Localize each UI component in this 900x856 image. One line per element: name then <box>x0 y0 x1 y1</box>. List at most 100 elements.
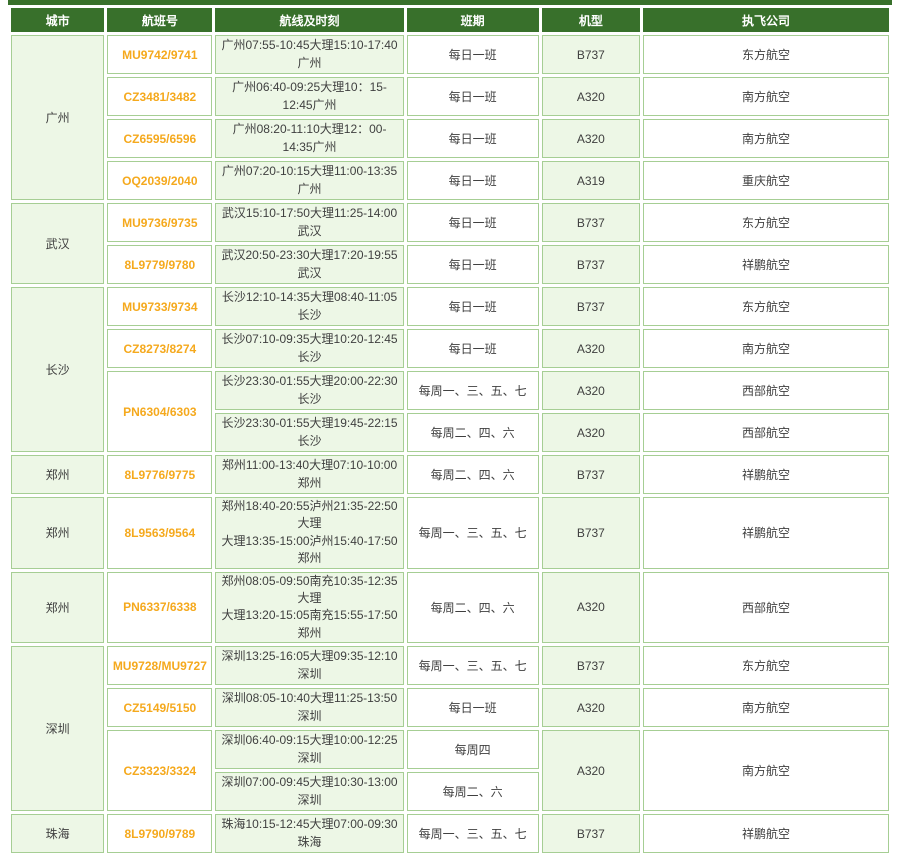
airline-cell: 东方航空 <box>643 35 889 74</box>
airline-cell: 重庆航空 <box>643 161 889 200</box>
schedule-cell: 每周一、三、五、七 <box>407 497 539 569</box>
aircraft-cell: A320 <box>542 329 640 368</box>
flight-number-cell: PN6337/6338 <box>107 572 212 644</box>
flight-number-cell: PN6304/6303 <box>107 371 212 452</box>
route-cell: 郑州08:05-09:50南充10:35-12:35大理 大理13:20-15:… <box>215 572 403 644</box>
table-row: CZ8273/8274 长沙07:10-09:35大理10:20-12:45长沙… <box>11 329 889 368</box>
route-cell: 深圳13:25-16:05大理09:35-12:10深圳 <box>215 646 403 685</box>
flight-number-cell: CZ8273/8274 <box>107 329 212 368</box>
aircraft-cell: A320 <box>542 572 640 644</box>
route-cell: 武汉15:10-17:50大理11:25-14:00武汉 <box>215 203 403 242</box>
flight-number-cell: OQ2039/2040 <box>107 161 212 200</box>
table-row: 郑州 8L9776/9775 郑州11:00-13:40大理07:10-10:0… <box>11 455 889 494</box>
table-header-row: 城市 航班号 航线及时刻 班期 机型 执飞公司 <box>11 8 889 32</box>
header-cell-flight-number: 航班号 <box>107 8 212 32</box>
airline-cell: 祥鹏航空 <box>643 814 889 853</box>
city-cell: 深圳 <box>11 646 104 811</box>
airline-cell: 西部航空 <box>643 371 889 410</box>
table-row: 深圳 MU9728/MU9727 深圳13:25-16:05大理09:35-12… <box>11 646 889 685</box>
city-cell: 珠海 <box>11 814 104 853</box>
table-row: 珠海 8L9790/9789 珠海10:15-12:45大理07:00-09:3… <box>11 814 889 853</box>
flight-number-cell: CZ5149/5150 <box>107 688 212 727</box>
city-cell: 郑州 <box>11 497 104 569</box>
aircraft-cell: B737 <box>542 455 640 494</box>
flight-number-cell: CZ3323/3324 <box>107 730 212 811</box>
table-row: CZ5149/5150 深圳08:05-10:40大理11:25-13:50深圳… <box>11 688 889 727</box>
flight-number-cell: MU9728/MU9727 <box>107 646 212 685</box>
city-cell: 广州 <box>11 35 104 200</box>
airline-cell: 东方航空 <box>643 646 889 685</box>
table-row: 广州 MU9742/9741 广州07:55-10:45大理15:10-17:4… <box>11 35 889 74</box>
aircraft-cell: A320 <box>542 371 640 410</box>
table-row: 武汉 MU9736/9735 武汉15:10-17:50大理11:25-14:0… <box>11 203 889 242</box>
schedule-cell: 每日一班 <box>407 77 539 116</box>
flight-number-cell: MU9733/9734 <box>107 287 212 326</box>
header-cell-route-time: 航线及时刻 <box>215 8 403 32</box>
route-cell: 广州07:20-10:15大理11:00-13:35广州 <box>215 161 403 200</box>
route-cell: 长沙12:10-14:35大理08:40-11:05长沙 <box>215 287 403 326</box>
table-row: OQ2039/2040 广州07:20-10:15大理11:00-13:35广州… <box>11 161 889 200</box>
schedule-cell: 每日一班 <box>407 161 539 200</box>
route-cell: 长沙07:10-09:35大理10:20-12:45长沙 <box>215 329 403 368</box>
airline-cell: 南方航空 <box>643 329 889 368</box>
airline-cell: 西部航空 <box>643 413 889 452</box>
airline-cell: 东方航空 <box>643 287 889 326</box>
city-cell: 武汉 <box>11 203 104 284</box>
aircraft-cell: B737 <box>542 814 640 853</box>
route-cell: 郑州18:40-20:55泸州21:35-22:50大理 大理13:35-15:… <box>215 497 403 569</box>
aircraft-cell: A320 <box>542 119 640 158</box>
route-cell: 武汉20:50-23:30大理17:20-19:55武汉 <box>215 245 403 284</box>
airline-cell: 祥鹏航空 <box>643 245 889 284</box>
flight-number-cell: CZ6595/6596 <box>107 119 212 158</box>
aircraft-cell: A319 <box>542 161 640 200</box>
schedule-cell: 每周二、四、六 <box>407 413 539 452</box>
airline-cell: 东方航空 <box>643 203 889 242</box>
aircraft-cell: A320 <box>542 730 640 811</box>
schedule-cell: 每周一、三、五、七 <box>407 646 539 685</box>
airline-cell: 西部航空 <box>643 572 889 644</box>
schedule-cell: 每周一、三、五、七 <box>407 371 539 410</box>
aircraft-cell: B737 <box>542 287 640 326</box>
flight-number-cell: MU9742/9741 <box>107 35 212 74</box>
airline-cell: 祥鹏航空 <box>643 455 889 494</box>
city-cell: 长沙 <box>11 287 104 452</box>
route-cell: 珠海10:15-12:45大理07:00-09:30珠海 <box>215 814 403 853</box>
table-row: PN6304/6303 长沙23:30-01:55大理20:00-22:30长沙… <box>11 371 889 410</box>
flight-number-cell: 8L9779/9780 <box>107 245 212 284</box>
table-row: CZ3481/3482 广州06:40-09:25大理10：15-12:45广州… <box>11 77 889 116</box>
schedule-cell: 每周二、四、六 <box>407 572 539 644</box>
aircraft-cell: A320 <box>542 77 640 116</box>
schedule-cell: 每日一班 <box>407 119 539 158</box>
airline-cell: 祥鹏航空 <box>643 497 889 569</box>
table-row: 郑州 PN6337/6338 郑州08:05-09:50南充10:35-12:3… <box>11 572 889 644</box>
schedule-cell: 每日一班 <box>407 245 539 284</box>
route-cell: 广州08:20-11:10大理12：00-14:35广州 <box>215 119 403 158</box>
route-cell: 长沙23:30-01:55大理19:45-22:15长沙 <box>215 413 403 452</box>
schedule-cell: 每日一班 <box>407 35 539 74</box>
header-cell-schedule: 班期 <box>407 8 539 32</box>
aircraft-cell: B737 <box>542 497 640 569</box>
route-cell: 广州06:40-09:25大理10：15-12:45广州 <box>215 77 403 116</box>
header-cell-city: 城市 <box>11 8 104 32</box>
route-cell: 郑州11:00-13:40大理07:10-10:00郑州 <box>215 455 403 494</box>
header-cell-aircraft: 机型 <box>542 8 640 32</box>
schedule-cell: 每日一班 <box>407 287 539 326</box>
schedule-cell: 每周四 <box>407 730 539 769</box>
route-cell: 长沙23:30-01:55大理20:00-22:30长沙 <box>215 371 403 410</box>
flight-number-cell: CZ3481/3482 <box>107 77 212 116</box>
table-row: 8L9779/9780 武汉20:50-23:30大理17:20-19:55武汉… <box>11 245 889 284</box>
aircraft-cell: A320 <box>542 413 640 452</box>
schedule-cell: 每日一班 <box>407 203 539 242</box>
aircraft-cell: B737 <box>542 203 640 242</box>
flight-schedule-page: 城市 航班号 航线及时刻 班期 机型 执飞公司 广州 MU9742/9741 广… <box>0 0 900 792</box>
flight-number-cell: 8L9563/9564 <box>107 497 212 569</box>
route-cell: 深圳08:05-10:40大理11:25-13:50深圳 <box>215 688 403 727</box>
airline-cell: 南方航空 <box>643 688 889 727</box>
schedule-cell: 每周一、三、五、七 <box>407 814 539 853</box>
flight-number-cell: 8L9790/9789 <box>107 814 212 853</box>
airline-cell: 南方航空 <box>643 730 889 811</box>
schedule-cell: 每日一班 <box>407 688 539 727</box>
table-row: 长沙 MU9733/9734 长沙12:10-14:35大理08:40-11:0… <box>11 287 889 326</box>
table-row: CZ6595/6596 广州08:20-11:10大理12：00-14:35广州… <box>11 119 889 158</box>
airline-cell: 南方航空 <box>643 77 889 116</box>
